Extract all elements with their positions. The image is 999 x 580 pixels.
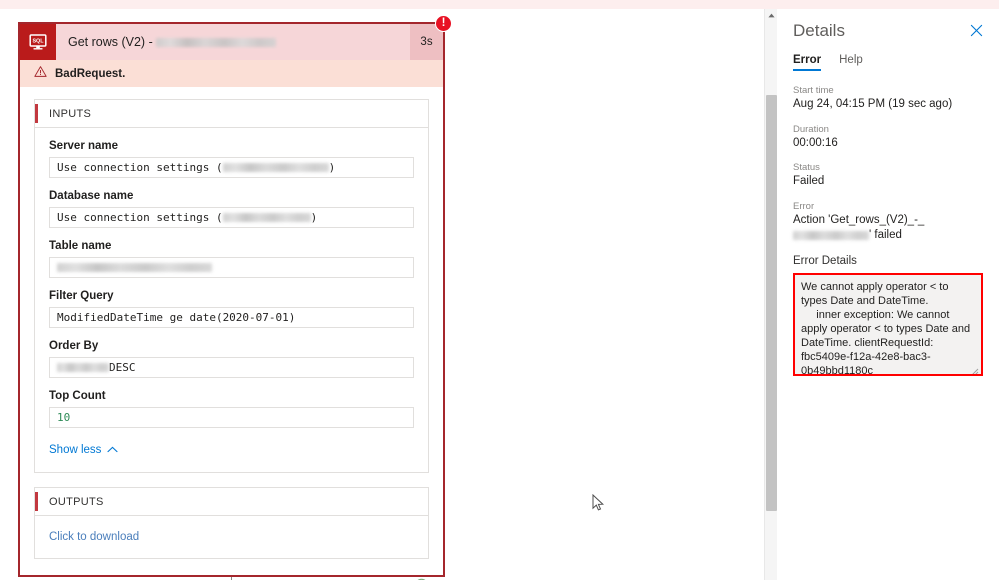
redacted-error-action-name bbox=[793, 230, 869, 240]
status-block: Status Failed bbox=[793, 162, 983, 190]
server-name-input[interactable]: Use connection settings () bbox=[49, 157, 414, 178]
redacted-server-value bbox=[222, 163, 329, 172]
field-value-suffix: ) bbox=[328, 161, 336, 174]
action-card-header[interactable]: SQL Get rows (V2) - 3s ! bbox=[20, 15, 452, 60]
inputs-section: INPUTS Server name Use connection settin… bbox=[34, 99, 429, 473]
field-order-by: Order By DESC bbox=[49, 340, 414, 378]
field-label: Server name bbox=[49, 140, 119, 152]
outputs-section-title: OUTPUTS bbox=[49, 495, 104, 508]
details-panel-title: Details bbox=[793, 21, 845, 40]
mouse-pointer-icon bbox=[592, 493, 605, 517]
order-by-input[interactable]: DESC bbox=[49, 357, 414, 378]
details-panel-header: Details bbox=[793, 21, 983, 41]
duration-label: Duration bbox=[793, 123, 829, 135]
action-status-text: BadRequest. bbox=[55, 67, 126, 80]
top-count-input[interactable]: 10 bbox=[49, 407, 414, 428]
error-block: Error Action 'Get_rows_(V2)_-_ ' failed bbox=[793, 201, 983, 244]
field-value: Use connection settings ( bbox=[57, 161, 223, 174]
status-label: Status bbox=[793, 162, 820, 174]
error-details-label: Error Details bbox=[793, 254, 857, 267]
resize-grip-icon[interactable] bbox=[970, 363, 979, 374]
error-label: Error bbox=[793, 200, 815, 212]
field-label: Filter Query bbox=[49, 290, 114, 302]
inputs-section-header[interactable]: INPUTS bbox=[35, 100, 428, 128]
field-label: Order By bbox=[49, 340, 99, 352]
download-outputs-link[interactable]: Click to download bbox=[49, 531, 139, 543]
field-value-suffix: DESC bbox=[109, 361, 136, 374]
flow-canvas: SQL Get rows (V2) - 3s ! BadRequest. INP… bbox=[0, 9, 765, 580]
field-label: Database name bbox=[49, 190, 134, 202]
vertical-scrollbar[interactable] bbox=[764, 9, 777, 580]
outputs-section-header[interactable]: OUTPUTS bbox=[35, 488, 428, 516]
start-time-value: Aug 24, 04:15 PM (19 sec ago) bbox=[793, 98, 953, 110]
scrollbar-thumb[interactable] bbox=[766, 95, 777, 511]
database-name-input[interactable]: Use connection settings () bbox=[49, 207, 414, 228]
field-top-count: Top Count 10 bbox=[49, 390, 414, 428]
error-value-prefix: Action 'Get_rows_(V2)_-_ bbox=[793, 213, 925, 226]
status-value: Failed bbox=[793, 175, 825, 188]
show-less-button[interactable]: Show less bbox=[49, 444, 118, 456]
outputs-section: OUTPUTS Click to download bbox=[34, 487, 429, 559]
action-card-body: INPUTS Server name Use connection settin… bbox=[20, 87, 443, 559]
field-filter-query: Filter Query ModifiedDateTime ge date(20… bbox=[49, 290, 414, 328]
error-value: Action 'Get_rows_(V2)_-_ ' failed bbox=[793, 213, 983, 244]
action-status-bar: BadRequest. bbox=[20, 60, 443, 87]
redacted-table-value bbox=[57, 263, 212, 272]
inputs-fields-container: Server name Use connection settings () D… bbox=[35, 128, 428, 472]
chevron-up-icon bbox=[107, 444, 118, 456]
details-tabs: Error Help bbox=[793, 54, 983, 71]
field-label: Table name bbox=[49, 240, 112, 252]
duration-value: 00:00:16 bbox=[793, 136, 838, 149]
action-card-get-rows[interactable]: SQL Get rows (V2) - 3s ! BadRequest. INP… bbox=[18, 15, 452, 580]
error-details-box[interactable]: We cannot apply operator < to types Date… bbox=[793, 272, 983, 376]
top-pink-strip bbox=[0, 0, 999, 9]
filter-query-input[interactable]: ModifiedDateTime ge date(2020-07-01) bbox=[49, 307, 414, 328]
error-badge-icon: ! bbox=[435, 15, 452, 32]
details-panel: Details Error Help Start time Aug 24, 04… bbox=[777, 9, 999, 580]
redacted-order-by-column bbox=[57, 363, 109, 372]
warning-triangle-icon bbox=[34, 65, 47, 83]
action-card-title: Get rows (V2) - bbox=[56, 35, 410, 49]
table-name-input[interactable] bbox=[49, 257, 414, 278]
show-less-label: Show less bbox=[49, 444, 102, 456]
inputs-section-title: INPUTS bbox=[49, 107, 92, 120]
sql-server-icon: SQL bbox=[20, 24, 56, 60]
action-card-title-text: Get rows (V2) - bbox=[68, 35, 157, 49]
app-root: SQL Get rows (V2) - 3s ! BadRequest. INP… bbox=[0, 0, 999, 580]
outputs-content: Click to download bbox=[35, 516, 428, 558]
redacted-table-reference bbox=[156, 38, 277, 48]
duration-block: Duration 00:00:16 bbox=[793, 124, 983, 152]
field-server-name: Server name Use connection settings () bbox=[49, 140, 414, 178]
error-value-suffix: ' failed bbox=[869, 229, 902, 242]
redacted-database-value bbox=[222, 213, 311, 222]
start-time-block: Start time Aug 24, 04:15 PM (19 sec ago) bbox=[793, 85, 983, 113]
details-meta: Start time Aug 24, 04:15 PM (19 sec ago)… bbox=[793, 85, 983, 376]
field-table-name: Table name bbox=[49, 240, 414, 278]
error-details-text: We cannot apply operator < to types Date… bbox=[801, 280, 971, 376]
field-value: Use connection settings ( bbox=[57, 211, 223, 224]
tab-error[interactable]: Error bbox=[793, 54, 822, 71]
start-time-label: Start time bbox=[793, 85, 834, 96]
tab-help[interactable]: Help bbox=[839, 54, 863, 71]
field-database-name: Database name Use connection settings () bbox=[49, 190, 414, 228]
field-value-suffix: ) bbox=[310, 211, 318, 224]
svg-text:SQL: SQL bbox=[32, 39, 44, 45]
close-icon[interactable] bbox=[970, 21, 983, 41]
field-label: Top Count bbox=[49, 390, 106, 402]
